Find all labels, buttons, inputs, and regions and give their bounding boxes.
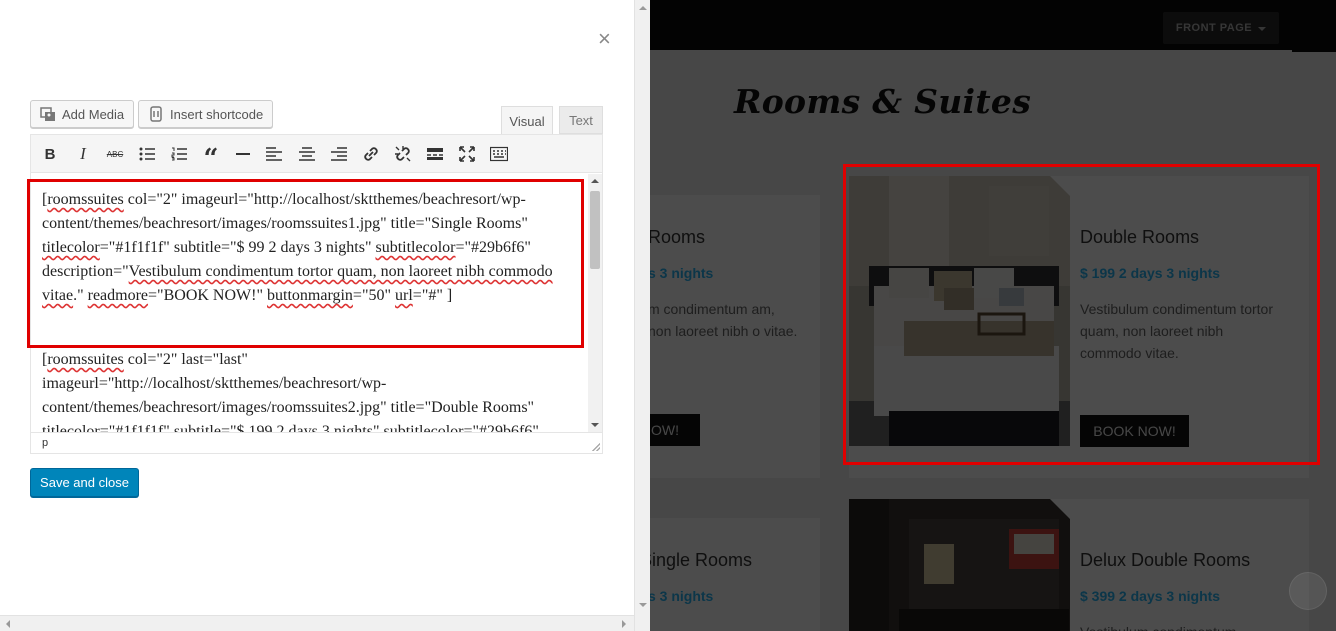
room-title: Rooms (650, 227, 706, 247)
add-media-label: Add Media (62, 106, 125, 122)
insert-shortcode-label: Insert shortcode (170, 106, 264, 122)
misspelled-word: titlecolor (42, 423, 100, 432)
numbered-list-icon[interactable] (168, 143, 190, 165)
scroll-right-icon[interactable] (622, 620, 626, 628)
close-icon[interactable]: × (598, 28, 611, 50)
strikethrough-icon[interactable]: ABC (104, 143, 126, 165)
room-subtitle: s 3 nights (650, 588, 714, 604)
horizontal-line-icon[interactable] (232, 143, 254, 165)
add-media-button[interactable]: Add Media (30, 100, 135, 128)
site-top-bar: FRONT PAGE (650, 0, 1336, 50)
room-card-delux: Delux Double Rooms $ 399 2 days 3 nights… (849, 499, 1309, 631)
page-vertical-scrollbar[interactable] (634, 0, 650, 631)
scroll-to-top-button[interactable] (1289, 572, 1327, 610)
italic-icon[interactable]: I (72, 143, 94, 165)
photo-corner (1050, 499, 1070, 519)
editor-toolbar: B I ABC “ (31, 135, 602, 174)
highlight-box-shortcode (27, 179, 584, 348)
align-center-icon[interactable] (296, 143, 318, 165)
bullet-list-icon[interactable] (136, 143, 158, 165)
chevron-down-icon (1258, 27, 1267, 31)
read-more-icon[interactable] (424, 143, 446, 165)
highlight-box-card (843, 164, 1320, 465)
room-subtitle: $ 399 2 days 3 nights (1080, 588, 1221, 604)
text-run: ="#1f1f1f" subtitle="$ 199 2 days 3 nigh… (99, 423, 384, 432)
scroll-down-icon[interactable] (591, 423, 599, 427)
editor-status-bar: p (31, 432, 602, 453)
room-subtitle: s 3 nights (650, 265, 714, 281)
insert-shortcode-button[interactable]: Insert shortcode (138, 100, 274, 128)
scroll-down-icon[interactable] (639, 603, 647, 607)
fullscreen-icon[interactable] (456, 143, 478, 165)
room-title: Single Rooms (650, 550, 753, 570)
scroll-up-icon[interactable] (639, 6, 647, 10)
tab-text[interactable]: Text (559, 106, 603, 134)
align-right-icon[interactable] (328, 143, 350, 165)
front-page-label: FRONT PAGE (1175, 22, 1253, 34)
section-title: Rooms & Suites (734, 82, 1032, 121)
bedroom-image-2 (849, 499, 1070, 631)
room-title: Delux Double Rooms (1080, 550, 1251, 570)
tab-visual[interactable]: Visual (501, 106, 553, 135)
room-description: m condimentum am, non laoreet nibh o vit… (650, 301, 798, 339)
media-icon (40, 106, 56, 122)
page-horizontal-scrollbar[interactable] (0, 615, 634, 631)
align-left-icon[interactable] (263, 143, 285, 165)
misspelled-word: subtitlecolor (383, 423, 464, 432)
bold-icon[interactable]: B (39, 143, 61, 165)
room-card-single-2: Single Rooms s 3 nights (650, 518, 820, 631)
scrollbar-thumb[interactable] (590, 191, 600, 269)
scroll-left-icon[interactable] (6, 620, 10, 628)
unlink-icon[interactable] (392, 143, 414, 165)
blockquote-icon[interactable]: “ (200, 143, 222, 174)
shortcode-paragraph: [roomssuites col="2" last="last" imageur… (42, 348, 572, 432)
toolbar-toggle-icon[interactable] (488, 143, 510, 165)
room-card-single: Rooms s 3 nights m condimentum am, non l… (650, 195, 820, 478)
save-and-close-button[interactable]: Save and close (30, 468, 139, 497)
editor-scrollbar[interactable] (588, 174, 602, 432)
resize-handle-icon[interactable] (592, 443, 600, 451)
room-description: Vestibulum condimentum (1080, 621, 1280, 631)
scroll-up-icon[interactable] (591, 179, 599, 183)
shortcode-icon (148, 106, 164, 122)
shortcode-editor-modal: × Add Media Insert shortcode Visual Text… (0, 0, 634, 631)
misspelled-word: roomssuites (47, 351, 124, 368)
element-path[interactable]: p (42, 437, 48, 449)
top-bar-tab (1292, 40, 1336, 52)
book-now-button[interactable]: OW! (650, 414, 700, 446)
link-icon[interactable] (360, 143, 382, 165)
room-photo (849, 499, 1070, 631)
front-page-dropdown[interactable]: FRONT PAGE (1163, 12, 1279, 44)
